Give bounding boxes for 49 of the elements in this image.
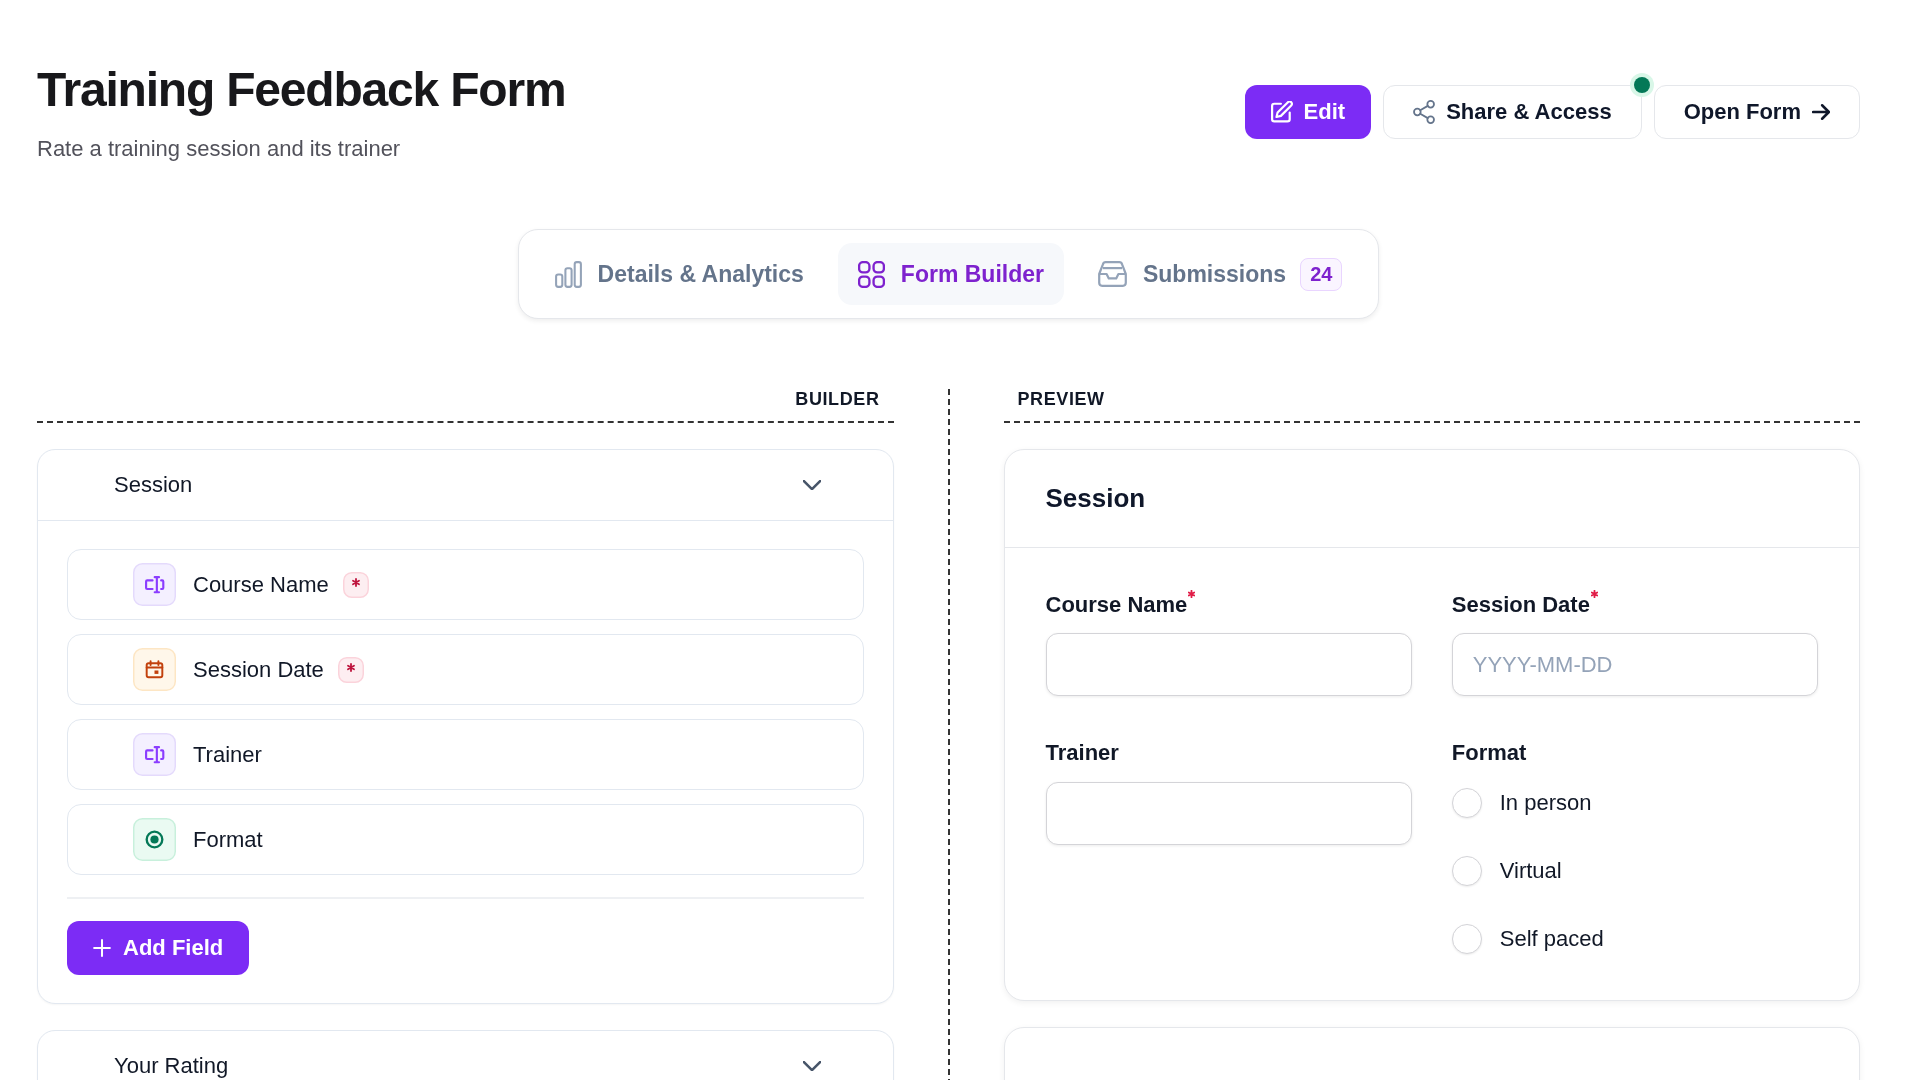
plus-icon — [93, 938, 111, 957]
field-label: Course Name — [193, 571, 329, 598]
chevron-down-icon[interactable] — [802, 480, 821, 491]
field-row[interactable]: Session Date — [67, 634, 864, 706]
arrow-right-icon — [1812, 102, 1830, 121]
tab[interactable]: Form Builder — [837, 243, 1064, 306]
field-label: Course Name — [1045, 592, 1188, 618]
section-title: Session — [1045, 483, 1146, 515]
inbox-tray-icon — [1097, 261, 1127, 288]
section-title: Session — [114, 472, 193, 499]
share-button[interactable]: Share & Access — [1383, 84, 1642, 139]
bar-chart-icon — [554, 261, 582, 288]
count-badge: 24 — [1300, 258, 1343, 291]
field-row[interactable]: Format — [67, 804, 864, 876]
field-label: Session Date — [1451, 592, 1590, 618]
section-title: Your Rating — [114, 1052, 229, 1079]
add-field-button[interactable]: Add Field — [67, 920, 250, 975]
radio-button[interactable] — [1451, 787, 1482, 818]
edit-button[interactable]: Edit — [1244, 84, 1372, 139]
page-title: Training Feedback Form — [37, 62, 566, 118]
pencil-icon — [1270, 100, 1293, 123]
tab[interactable]: Details & Analytics — [534, 243, 824, 306]
field-row[interactable]: Course Name — [67, 549, 864, 621]
option-label: In person — [1499, 789, 1592, 816]
text-input-icon — [133, 563, 176, 607]
option-label: Virtual — [1499, 857, 1562, 884]
field-label: Format — [1451, 740, 1527, 766]
open-form-button[interactable]: Open Form — [1653, 84, 1860, 139]
field-label: Session Date — [193, 656, 324, 683]
tab[interactable]: Submissions 24 — [1077, 243, 1363, 306]
field-label: Format — [193, 826, 263, 853]
text-input[interactable] — [1045, 633, 1412, 697]
radio-button[interactable] — [1451, 923, 1482, 954]
field-label: Trainer — [1045, 740, 1119, 766]
grid-icon — [857, 261, 885, 288]
column-heading: PREVIEW — [1017, 389, 1105, 412]
column-heading: BUILDER — [795, 389, 880, 412]
chevron-down-icon[interactable] — [802, 1060, 821, 1071]
field-label: Trainer — [193, 741, 262, 768]
share-icon — [1413, 99, 1436, 124]
radio-button[interactable] — [1451, 855, 1482, 886]
calendar-icon — [133, 648, 176, 692]
option-label: Self paced — [1499, 925, 1604, 952]
radio-button-icon — [133, 818, 176, 862]
text-input-icon — [133, 733, 176, 777]
page-subtitle: Rate a training session and its trainer — [37, 136, 402, 162]
date-input[interactable]: YYYY-MM-DD — [1451, 633, 1818, 697]
text-input[interactable] — [1045, 781, 1412, 845]
field-row[interactable]: Trainer — [67, 719, 864, 791]
